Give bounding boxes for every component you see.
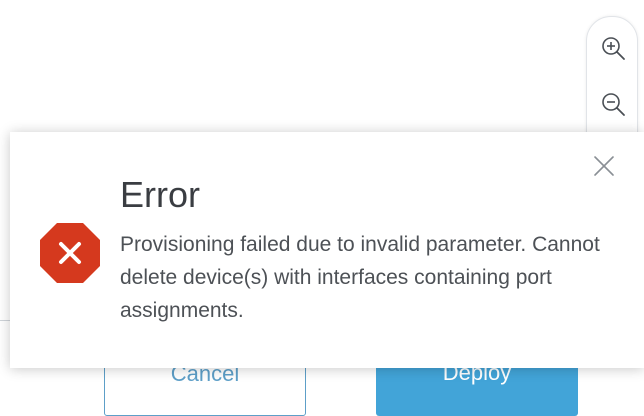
dialog-title: Error — [120, 174, 200, 215]
error-dialog: Error Provisioning failed due to invalid… — [10, 132, 644, 368]
dialog-message: Provisioning failed due to invalid param… — [120, 233, 600, 322]
close-icon[interactable] — [592, 154, 616, 178]
zoom-out-icon[interactable] — [600, 91, 626, 117]
zoom-in-icon[interactable] — [600, 35, 626, 61]
error-stop-icon — [38, 221, 102, 285]
